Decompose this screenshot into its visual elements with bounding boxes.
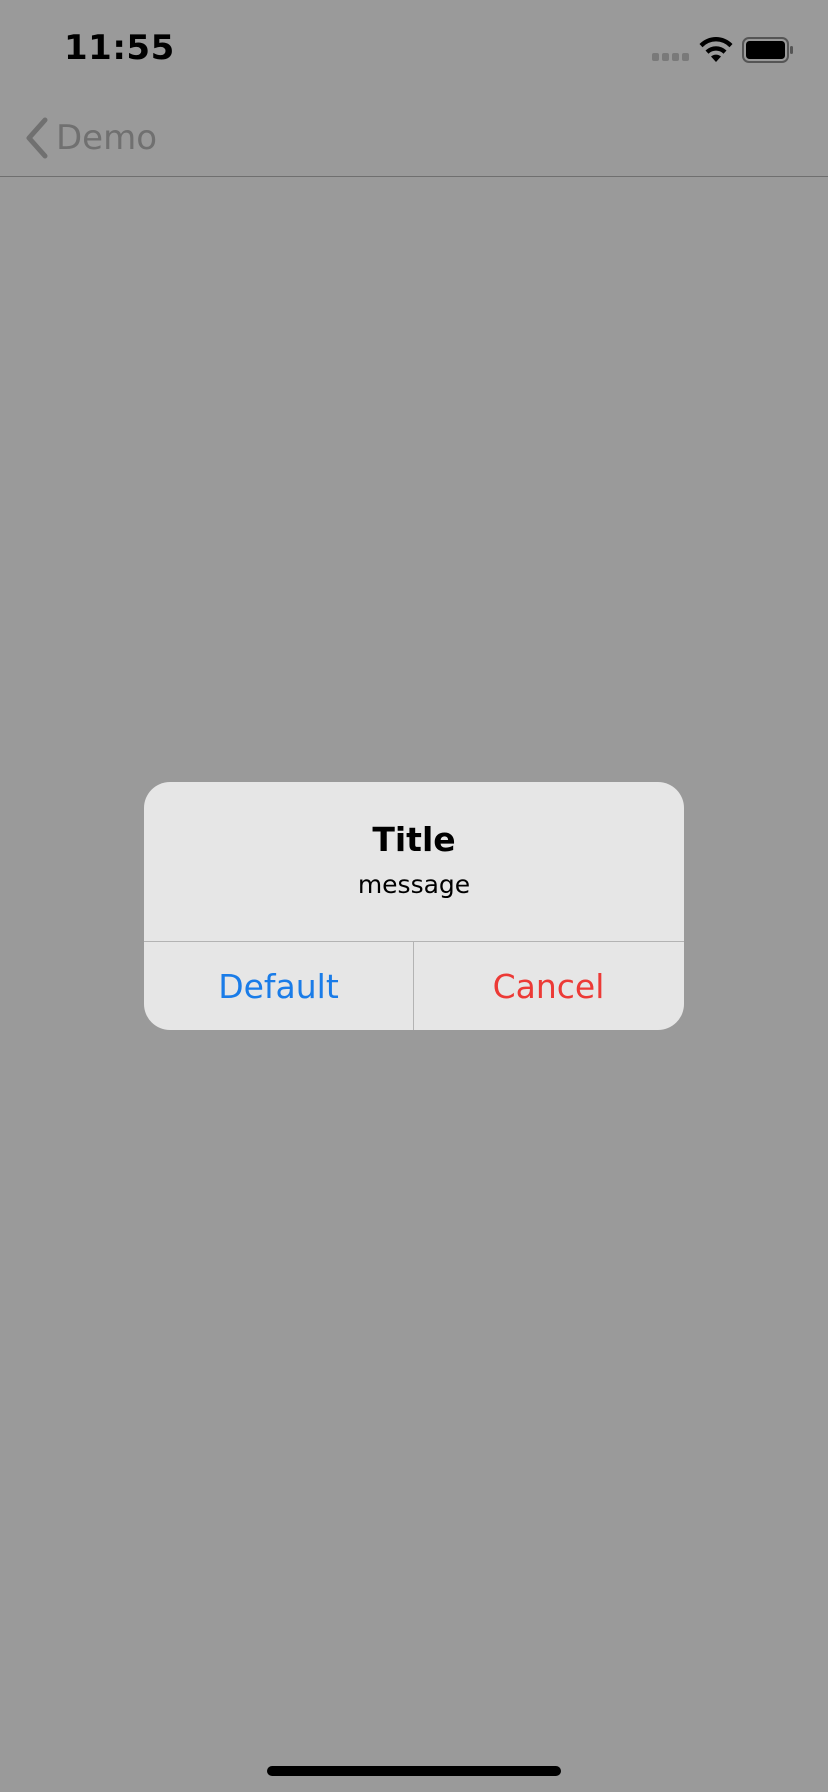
cellular-signal-icon (652, 53, 690, 61)
status-bar: 11:55 (0, 0, 828, 100)
alert-body: Title message (144, 782, 684, 941)
back-button[interactable]: Demo (24, 110, 157, 166)
alert-message: message (357, 870, 471, 899)
navigation-bar: Demo (0, 100, 828, 177)
chevron-left-icon (26, 117, 48, 159)
screen: 11:55 Demo Title message Default Cancel (0, 0, 828, 1792)
status-time: 11:55 (64, 28, 175, 68)
alert-title: Title (372, 820, 456, 859)
back-button-label: Demo (56, 118, 158, 158)
wifi-icon (699, 37, 733, 62)
alert-dialog: Title message Default Cancel (144, 782, 684, 1030)
home-indicator[interactable] (267, 1766, 561, 1776)
battery-icon (742, 37, 793, 63)
default-button[interactable]: Default (144, 942, 413, 1030)
cancel-button[interactable]: Cancel (414, 942, 683, 1030)
